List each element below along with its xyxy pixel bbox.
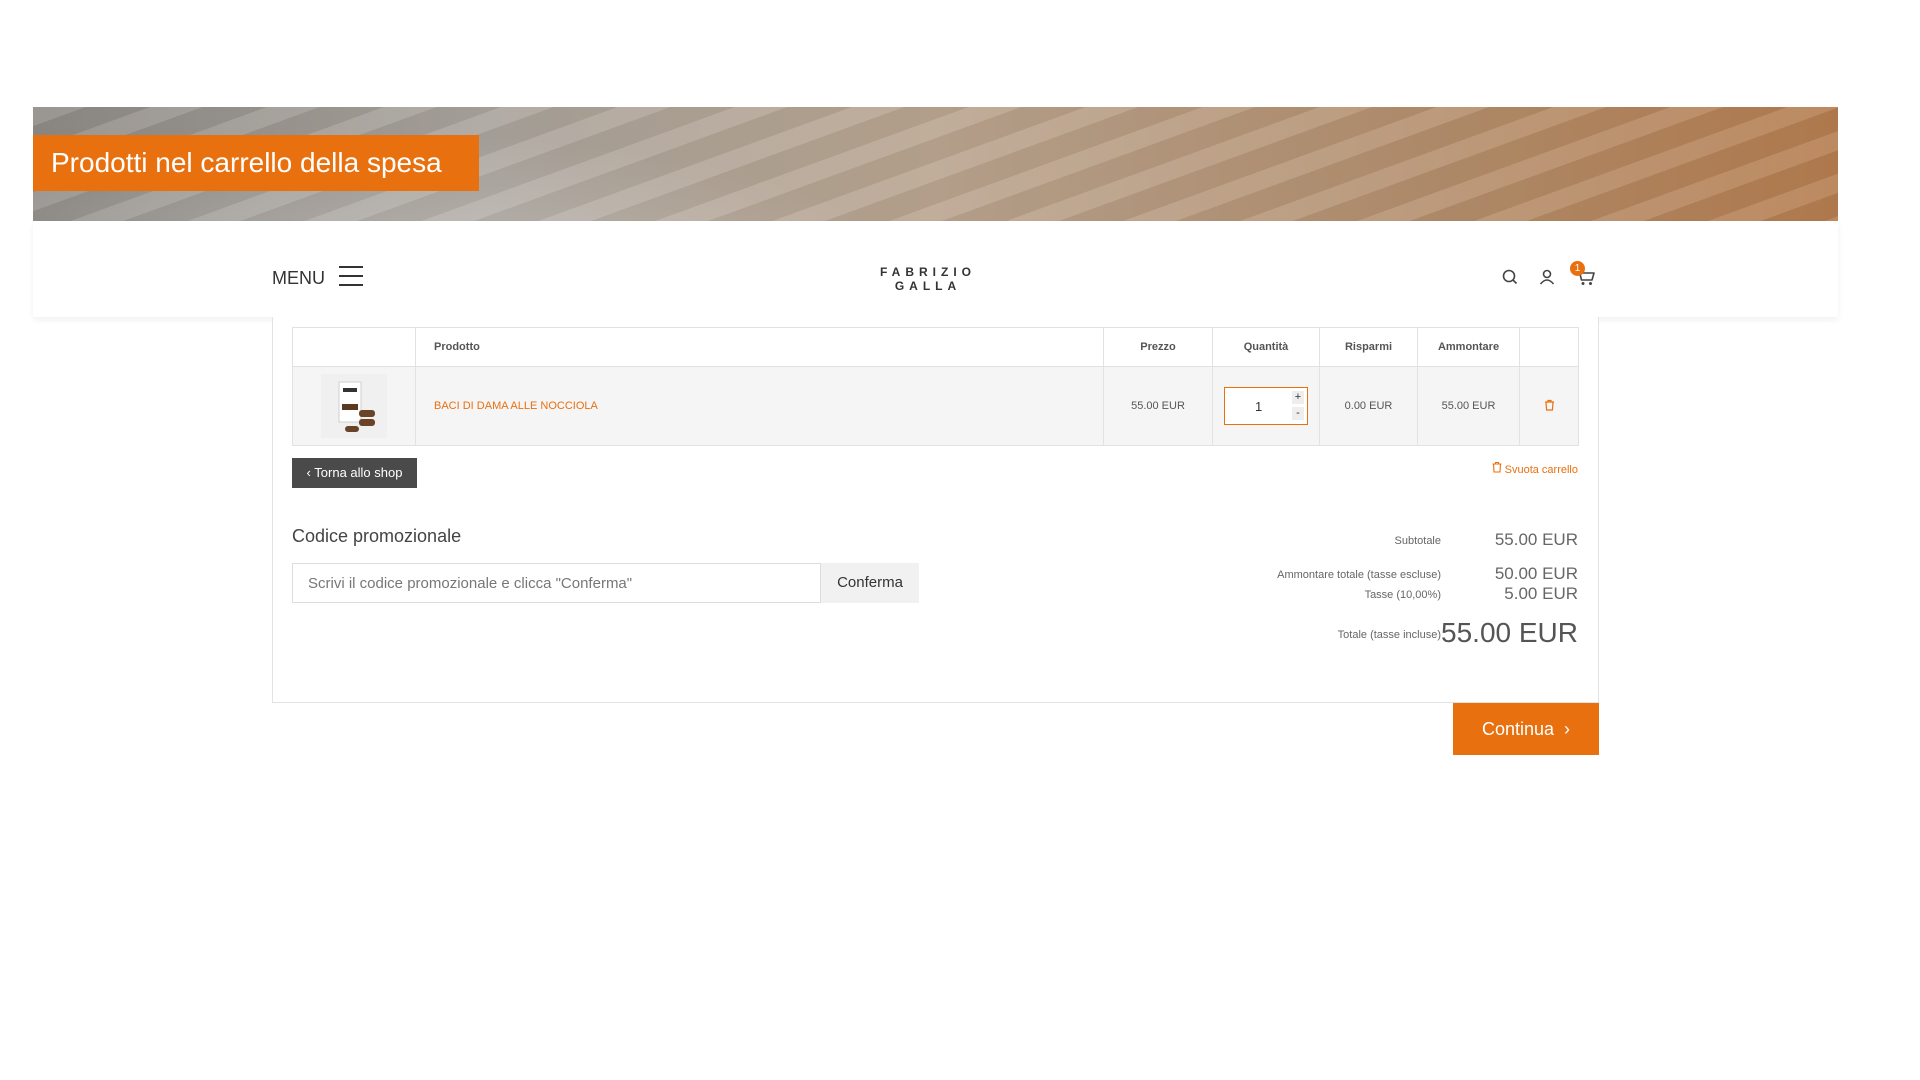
column-quantity: Quantità xyxy=(1212,327,1320,367)
continue-label: Continua xyxy=(1481,719,1555,739)
hamburger-menu-icon[interactable] xyxy=(339,266,363,286)
trash-icon[interactable] xyxy=(1544,399,1555,411)
promo-code-title: Codice promozionale xyxy=(292,526,462,546)
subtotal-label: Subtotale xyxy=(1394,535,1441,547)
net-total-value: 50.00 EUR xyxy=(1494,564,1578,583)
product-thumbnail[interactable] xyxy=(321,374,387,438)
page-banner: Prodotti nel carrello della spesa xyxy=(33,107,1838,221)
remove-cell xyxy=(1519,366,1579,446)
tax-label: Tasse (10,00%) xyxy=(1364,589,1441,601)
search-icon[interactable] xyxy=(1500,267,1520,287)
empty-cart-label: Svuota carrello xyxy=(1504,464,1578,476)
cart-table: Prodotto Prezzo Quantità Risparmi Ammont… xyxy=(292,327,1579,446)
cart-content: Prodotto Prezzo Quantità Risparmi Ammont… xyxy=(272,317,1599,703)
column-price: Prezzo xyxy=(1103,327,1213,367)
column-actions xyxy=(1519,327,1579,367)
column-product: Prodotto xyxy=(415,327,1104,367)
cart-count-badge: 1 xyxy=(1570,261,1585,276)
site-logo[interactable]: FABRIZIO GALLA xyxy=(863,265,993,293)
product-amount: 55.00 EUR xyxy=(1417,366,1520,446)
tax-value: 5.00 EUR xyxy=(1504,584,1578,603)
total-label: Totale (tasse incluse) xyxy=(1337,629,1441,641)
total-value: 55.00 EUR xyxy=(1441,617,1578,648)
back-to-shop-label: Torna allo shop xyxy=(314,465,403,480)
product-savings: 0.00 EUR xyxy=(1319,366,1418,446)
menu-label[interactable]: MENU xyxy=(272,268,325,289)
continue-button[interactable]: Continua › xyxy=(1453,703,1599,755)
page-title: Prodotti nel carrello della spesa xyxy=(33,135,479,191)
promo-code-input[interactable] xyxy=(292,563,821,603)
product-image-cell xyxy=(292,366,416,446)
chevron-left-icon: ‹ xyxy=(306,465,311,480)
quantity-stepper[interactable]: 1 + - xyxy=(1224,387,1308,425)
product-price: 55.00 EUR xyxy=(1103,366,1213,446)
logo-line2: GALLA xyxy=(894,279,962,293)
quantity-decrease-button[interactable]: - xyxy=(1292,407,1304,420)
empty-cart-link[interactable]: Svuota carrello xyxy=(1492,461,1578,476)
logo-line1: FABRIZIO xyxy=(880,265,976,279)
cart-table-header: Prodotto Prezzo Quantità Risparmi Ammont… xyxy=(292,327,1579,367)
trash-icon xyxy=(1492,461,1502,473)
chevron-right-icon: › xyxy=(1559,719,1571,739)
table-row: BACI DI DAMA ALLE NOCCIOLA 55.00 EUR 1 +… xyxy=(292,366,1579,446)
column-savings: Risparmi xyxy=(1319,327,1418,367)
site-header: MENU FABRIZIO GALLA 1 xyxy=(33,221,1838,317)
product-name-link[interactable]: BACI DI DAMA ALLE NOCCIOLA xyxy=(415,366,1104,446)
subtotal-value: 55.00 EUR xyxy=(1494,530,1578,549)
net-total-label: Ammontare totale (tasse escluse) xyxy=(1277,569,1441,581)
back-to-shop-button[interactable]: ‹ Torna allo shop xyxy=(292,458,417,488)
user-icon[interactable] xyxy=(1537,267,1557,287)
quantity-cell: 1 + - xyxy=(1212,366,1320,446)
quantity-increase-button[interactable]: + xyxy=(1292,391,1304,404)
quantity-value[interactable]: 1 xyxy=(1255,399,1262,414)
column-image xyxy=(292,327,416,367)
column-amount: Ammontare xyxy=(1417,327,1520,367)
promo-confirm-button[interactable]: Conferma xyxy=(821,563,919,603)
